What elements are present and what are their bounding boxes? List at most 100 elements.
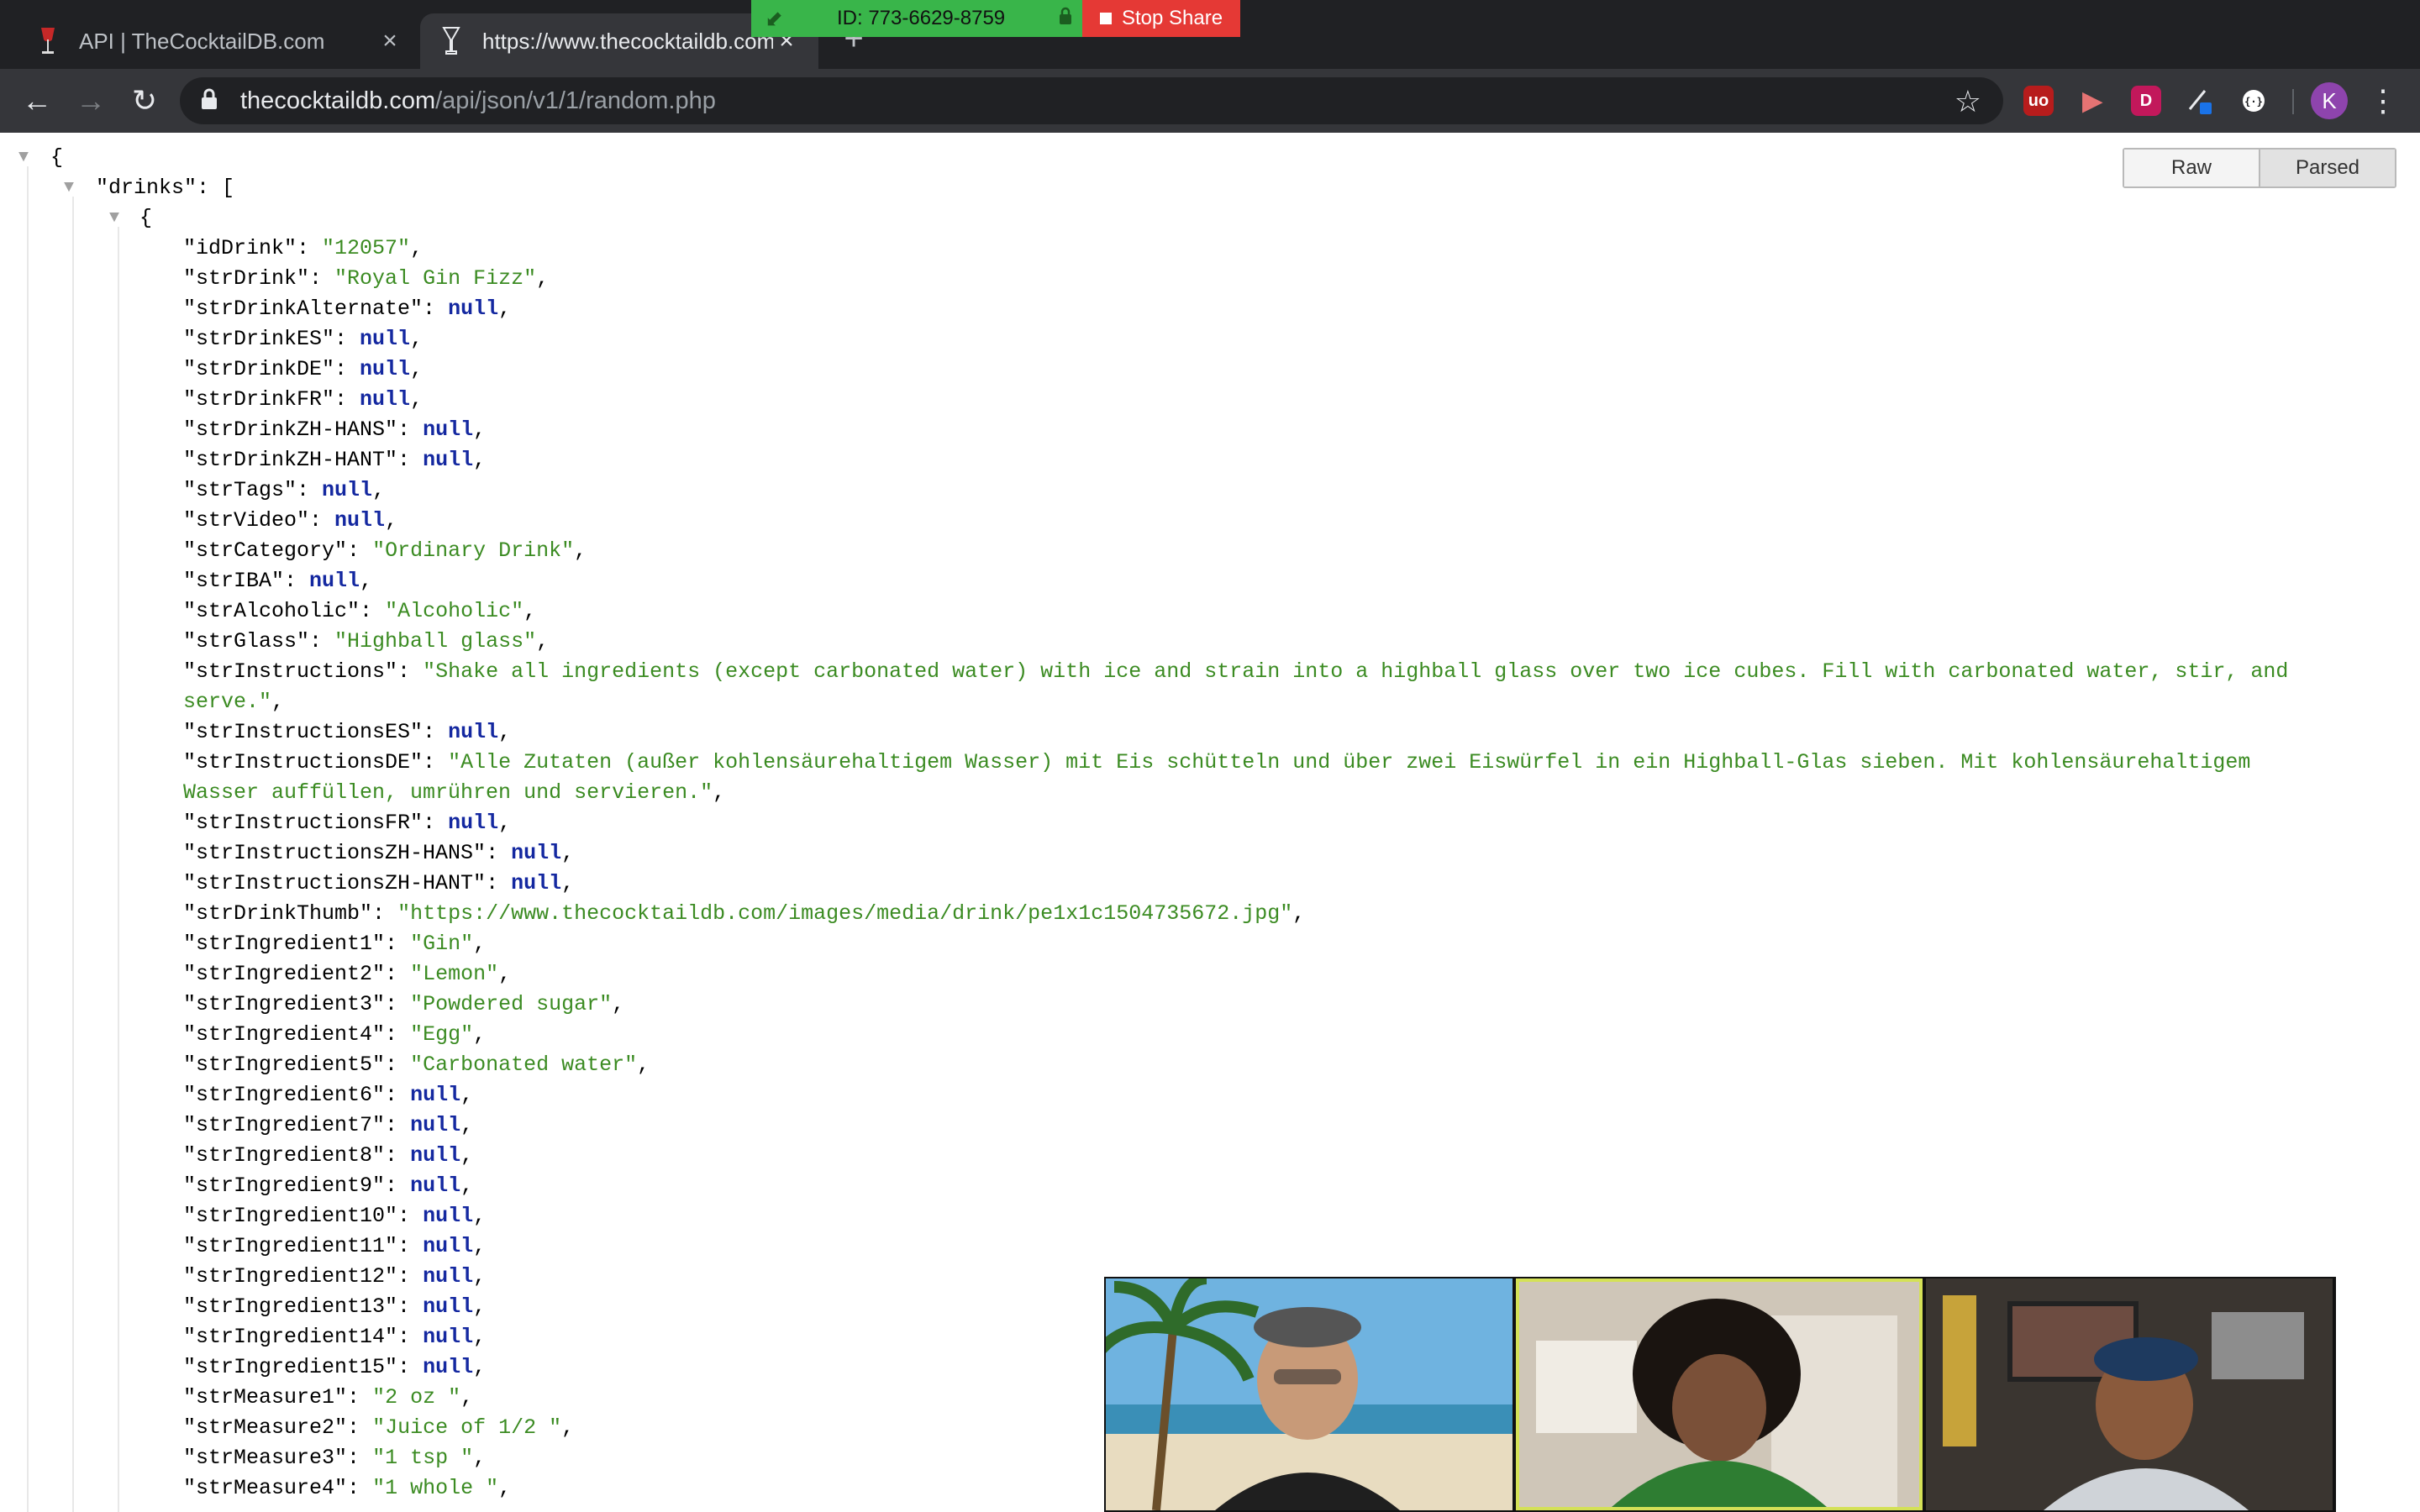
participant-video-2[interactable] [1516,1278,1923,1510]
address-bar[interactable]: thecocktaildb.com/api/json/v1/1/random.p… [180,77,2003,124]
json-value: null [309,569,360,593]
json-punct: , [637,1053,650,1077]
json-value: null [410,1113,461,1137]
json-key: "strDrinkES" [183,327,335,351]
ublock-icon[interactable]: uo [2023,86,2054,116]
json-punct: : [334,357,360,381]
json-field-row: "strInstructionsDE": "Alle Zutaten (auße… [0,748,2288,778]
json-drinks-row: ▼ "drinks": [ [0,173,2288,203]
json-field-row: "strCategory": "Ordinary Drink", [0,536,2288,566]
json-key: "strDrinkAlternate" [183,297,424,321]
json-brace: { [139,206,153,230]
json-punct: : [397,1355,424,1379]
json-field-row: "strTags": null, [0,475,2288,506]
json-value: "Gin" [410,932,474,956]
json-field-row: "strAlcoholic": "Alcoholic", [0,596,2288,627]
json-punct: , [473,448,487,472]
browser-toolbar: ← → ↻ thecocktaildb.com/api/json/v1/1/ra… [0,69,2420,133]
json-key: "strCategory" [183,538,348,563]
json-field-row: "strIngredient11": null, [0,1231,2288,1262]
json-punct: , [473,1294,487,1319]
json-value: null [423,1355,474,1379]
cocktail-favicon-icon [35,25,60,57]
json-key: "strGlass" [183,629,310,654]
json-punct: : [ [197,176,235,200]
json-field-row: "strDrinkES": null, [0,324,2288,354]
pen-extension-icon[interactable] [2185,86,2215,116]
json-key: "drinks" [96,176,197,200]
json-punct: : [297,236,323,260]
json-punct: , [498,720,512,744]
json-value: "Carbonated water" [410,1053,638,1077]
participant-video-3[interactable] [1926,1278,2333,1510]
video-extension-icon[interactable]: ▶ [2077,86,2107,116]
json-key: "strInstructionsDE" [183,750,424,774]
json-punct: : [347,1385,373,1410]
participant-video-1[interactable] [1106,1278,1512,1510]
json-value: "Alle Zutaten (außer kohlensäurehaltigem… [448,750,2251,774]
secure-lock-icon [200,87,222,115]
json-field-row: "strIngredient10": null, [0,1201,2288,1231]
json-punct: : [397,448,424,472]
json-value: "1 whole " [372,1476,499,1500]
json-key: "strIngredient9" [183,1173,386,1198]
json-punct: : [385,1143,411,1168]
json-punct: , [612,992,625,1016]
collapse-toggle-icon[interactable]: ▼ [109,203,119,234]
json-value: null [511,841,562,865]
json-key: "strMeasure1" [183,1385,348,1410]
json-value: null [423,1264,474,1289]
json-field-row: "strVideo": null, [0,506,2288,536]
screen-share-banner: ⬋ ID: 773-6629-8759 Stop Share [751,0,1240,37]
json-field-row: "strInstructions": "Shake all ingredient… [0,657,2288,687]
json-extension-icon[interactable]: {·} [2238,86,2269,116]
json-key: "strIngredient15" [183,1355,398,1379]
back-arrow-icon[interactable]: ← [15,79,59,123]
collapse-toggle-icon[interactable]: ▼ [64,173,74,203]
d-extension-icon[interactable]: D [2131,86,2161,116]
forward-arrow-icon[interactable]: → [69,79,113,123]
json-punct: : [385,992,411,1016]
json-value: null [322,478,373,502]
profile-avatar[interactable]: K [2311,82,2348,119]
json-punct: : [347,1415,373,1440]
json-punct: , [271,690,285,714]
json-punct: , [473,1325,487,1349]
json-punct: , [473,1355,487,1379]
json-key: "strDrink" [183,266,310,291]
tab-strip: API | TheCocktailDB.com https://www.thec… [0,0,2420,69]
json-key: "strMeasure3" [183,1446,348,1470]
json-punct: , [372,478,386,502]
tab-title: https://www.thecocktaildb.com/api/json/v… [482,28,773,54]
json-punct: : [347,1446,373,1470]
json-punct: , [410,236,424,260]
json-field-row: "strInstructionsFR": null, [0,808,2288,838]
json-punct: : [385,1113,411,1137]
json-object-open: ▼{ [0,203,2288,234]
json-punct: : [385,1173,411,1198]
reload-icon[interactable]: ↻ [123,79,166,123]
json-key: "idDrink" [183,236,297,260]
json-punct: : [347,538,373,563]
json-punct: , [410,387,424,412]
json-key: "strIngredient7" [183,1113,386,1137]
json-punct: , [713,780,726,805]
json-punct: , [574,538,587,563]
json-punct: , [473,1204,487,1228]
close-tab-icon[interactable]: × [376,27,403,55]
json-key: "strIngredient11" [183,1234,398,1258]
bookmark-star-icon[interactable]: ☆ [1954,84,1981,119]
json-punct: : [486,841,512,865]
meeting-id-pill[interactable]: ⬋ ID: 773-6629-8759 [751,0,1082,37]
collapse-toggle-icon[interactable]: ▼ [18,143,29,173]
lock-icon [1049,7,1082,30]
tab-api-cocktaildb[interactable]: API | TheCocktailDB.com [17,13,413,69]
json-field-row: "strIngredient6": null, [0,1080,2288,1110]
json-field-row: "idDrink": "12057", [0,234,2288,264]
browser-menu-icon[interactable]: ⋮ [2368,82,2398,119]
json-punct: : [309,629,335,654]
json-key: "strIngredient3" [183,992,386,1016]
json-field-row: "strDrink": "Royal Gin Fizz", [0,264,2288,294]
json-field-row: "strIngredient5": "Carbonated water", [0,1050,2288,1080]
stop-share-button[interactable]: Stop Share [1082,0,1240,37]
